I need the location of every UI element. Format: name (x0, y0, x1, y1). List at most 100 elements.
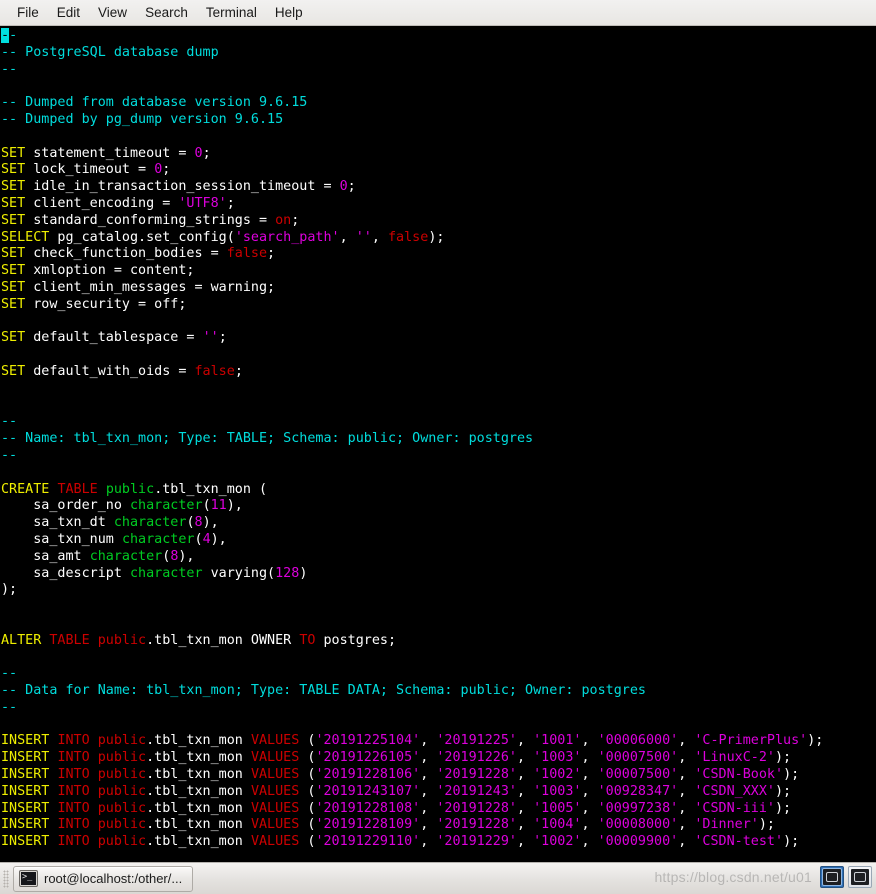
terminal-span: VALUES (251, 767, 299, 782)
terminal-span: '20191228108' (315, 801, 420, 816)
terminal-span: varying( (203, 566, 276, 581)
terminal-span: 4 (203, 532, 211, 547)
terminal-line: SET xmloption = content; (1, 263, 876, 280)
terminal-span: , (517, 834, 533, 849)
terminal-span: '20191228' (436, 801, 517, 816)
terminal-span: lock_timeout = (25, 162, 154, 177)
taskbar-window-button[interactable]: root@localhost:/other/... (13, 866, 193, 892)
terminal-span: -- (1, 700, 17, 715)
taskbar-grip[interactable] (3, 870, 9, 888)
terminal-output[interactable]: ---- PostgreSQL database dump-- -- Dumpe… (0, 26, 876, 862)
terminal-span: .tbl_txn_mon (146, 733, 251, 748)
terminal-span: , (582, 834, 598, 849)
terminal-span: 0 (195, 146, 203, 161)
terminal-span: default_with_oids = (25, 364, 194, 379)
terminal-line: SET standard_conforming_strings = on; (1, 213, 876, 230)
terminal-span: , (517, 817, 533, 832)
terminal-line: INSERT INTO public.tbl_txn_mon VALUES ('… (1, 750, 876, 767)
terminal-span: ( (299, 817, 315, 832)
terminal-span: , (678, 817, 694, 832)
terminal-span: TO (299, 633, 315, 648)
terminal-span: , (517, 733, 533, 748)
terminal-line: INSERT INTO public.tbl_txn_mon VALUES ('… (1, 784, 876, 801)
terminal-span: SELECT (1, 230, 49, 245)
terminal-span: VALUES (251, 784, 299, 799)
terminal-span: -- Data for Name: tbl_txn_mon; Type: TAB… (1, 683, 646, 698)
terminal-span: VALUES (251, 733, 299, 748)
terminal-line: SET lock_timeout = 0; (1, 162, 876, 179)
terminal-span: on (275, 213, 291, 228)
terminal-line: -- (1, 62, 876, 79)
terminal-span: , (582, 784, 598, 799)
terminal-span: xmloption = content; (25, 263, 194, 278)
terminal-line: INSERT INTO public.tbl_txn_mon VALUES ('… (1, 817, 876, 834)
terminal-line (1, 129, 876, 146)
terminal-span (90, 633, 98, 648)
terminal-span: SET (1, 179, 25, 194)
tray-icon-screenshot[interactable] (848, 866, 872, 888)
terminal-span: '1005' (533, 801, 581, 816)
terminal-span: ; (348, 179, 356, 194)
terminal-line: INSERT INTO public.tbl_txn_mon VALUES ('… (1, 733, 876, 750)
terminal-span: .tbl_txn_mon (146, 817, 251, 832)
menu-file[interactable]: File (8, 3, 48, 22)
terminal-span: ); (1, 582, 17, 597)
menu-terminal[interactable]: Terminal (197, 3, 266, 22)
menu-view[interactable]: View (89, 3, 136, 22)
terminal-span: '' (356, 230, 372, 245)
terminal-span: public (106, 482, 154, 497)
terminal-span: ( (299, 733, 315, 748)
terminal-span: -- Dumped from database version 9.6.15 (1, 95, 307, 110)
menu-search[interactable]: Search (136, 3, 197, 22)
terminal-span: '20191225' (436, 733, 517, 748)
terminal-span: INSERT (1, 733, 49, 748)
terminal-span: INSERT (1, 784, 49, 799)
menu-edit[interactable]: Edit (48, 3, 89, 22)
terminal-span: ); (428, 230, 444, 245)
terminal-span: .tbl_txn_mon (146, 834, 251, 849)
terminal-span: '20191229' (436, 834, 517, 849)
terminal-line: -- (1, 28, 876, 45)
terminal-span: ); (759, 817, 775, 832)
terminal-span: 'CSDN-test' (694, 834, 783, 849)
terminal-span: -- Name: tbl_txn_mon; Type: TABLE; Schem… (1, 431, 533, 446)
terminal-span: 'CSDN-Book' (694, 767, 783, 782)
terminal-span: INTO (57, 767, 89, 782)
terminal-span: ; (267, 246, 275, 261)
terminal-span: character (122, 532, 195, 547)
terminal-span: 128 (275, 566, 299, 581)
terminal-line (1, 314, 876, 331)
terminal-span: '' (203, 330, 219, 345)
terminal-line: SET default_with_oids = false; (1, 364, 876, 381)
terminal-span: ); (807, 733, 823, 748)
terminal-span: '20191226105' (315, 750, 420, 765)
terminal-span: check_function_bodies = (25, 246, 227, 261)
terminal-span: , (678, 750, 694, 765)
tray-icon-selected[interactable] (820, 866, 844, 888)
terminal-span: 'Dinner' (694, 817, 759, 832)
terminal-line: -- Dumped by pg_dump version 9.6.15 (1, 112, 876, 129)
terminal-line: SET idle_in_transaction_session_timeout … (1, 179, 876, 196)
terminal-span: CREATE (1, 482, 49, 497)
terminal-span: SET (1, 162, 25, 177)
terminal-span: '20191226' (436, 750, 517, 765)
screenshot-glyph-icon (851, 869, 869, 885)
terminal-span: .tbl_txn_mon (146, 750, 251, 765)
terminal-span: .tbl_txn_mon (146, 801, 251, 816)
terminal-span: ( (203, 498, 211, 513)
terminal-span: 0 (340, 179, 348, 194)
terminal-span: ); (775, 801, 791, 816)
terminal-span: .tbl_txn_mon ( (154, 482, 267, 497)
terminal-span: , (420, 733, 436, 748)
terminal-span: 'CSDN-iii' (694, 801, 775, 816)
terminal-span: , (420, 817, 436, 832)
terminal-span: -- PostgreSQL database dump (1, 45, 219, 60)
terminal-span (98, 482, 106, 497)
terminal-span: INSERT (1, 750, 49, 765)
terminal-span: ; (291, 213, 299, 228)
terminal-span: ); (783, 767, 799, 782)
terminal-line: -- (1, 414, 876, 431)
menu-help[interactable]: Help (266, 3, 312, 22)
terminal-span: public (98, 633, 146, 648)
terminal-span: INSERT (1, 817, 49, 832)
